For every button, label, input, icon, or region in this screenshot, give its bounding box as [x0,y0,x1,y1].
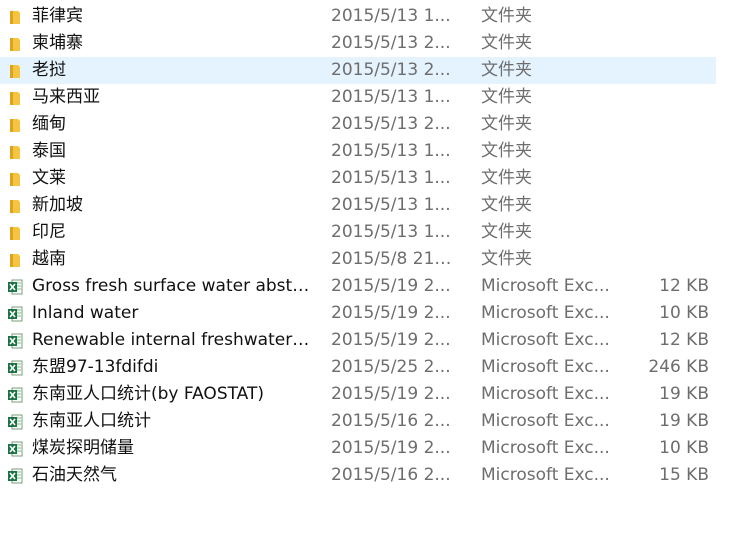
file-name: 缅甸 [32,114,66,134]
file-size: 246 KB [648,357,709,377]
folder-icon [7,90,23,106]
excel-file-icon [7,414,23,430]
folder-icon [7,63,23,79]
file-type: 文件夹 [481,195,532,215]
date-modified: 2015/5/13 1... [331,87,451,107]
folder-icon [7,117,23,133]
file-name: 新加坡 [32,195,83,215]
file-row[interactable]: 煤炭探明储量 2015/5/19 2... Microsoft Exc... 10 K… [0,435,716,462]
file-name: 东南亚人口统计 [32,411,151,431]
excel-file-icon [7,441,23,457]
folder-icon [7,252,23,268]
file-name: 菲律宾 [32,6,83,26]
file-name: 东盟97-13fdifdi [32,357,159,377]
excel-file-icon [7,306,23,322]
file-type: 文件夹 [481,114,532,134]
file-name: 石油天然气 [32,465,117,485]
file-name: 东南亚人口统计(by FAOSTAT) [32,384,264,404]
folder-icon [7,144,23,160]
date-modified: 2015/5/13 2... [331,60,451,80]
folder-row[interactable]: 菲律宾 2015/5/13 1... 文件夹 [0,3,716,30]
date-modified: 2015/5/13 2... [331,114,451,134]
file-name: Gross fresh surface water abstr... [32,276,312,296]
date-modified: 2015/5/25 2... [331,357,451,377]
date-modified: 2015/5/16 2... [331,465,451,485]
file-name: 泰国 [32,141,66,161]
file-size: 10 KB [659,438,709,458]
date-modified: 2015/5/13 1... [331,168,451,188]
file-type: 文件夹 [481,33,532,53]
folder-icon [7,36,23,52]
date-modified: 2015/5/13 1... [331,6,451,26]
folder-row[interactable]: 越南 2015/5/8 21:... 文件夹 [0,246,716,273]
file-type: 文件夹 [481,249,532,269]
file-type: Microsoft Exc... [481,465,610,485]
file-list: 菲律宾 2015/5/13 1... 文件夹 柬埔寨 2015/5/13 2... 文件夹… [0,0,749,552]
file-type: 文件夹 [481,168,532,188]
date-modified: 2015/5/13 1... [331,195,451,215]
date-modified: 2015/5/16 2... [331,411,451,431]
folder-row[interactable]: 文莱 2015/5/13 1... 文件夹 [0,165,716,192]
date-modified: 2015/5/19 2... [331,438,451,458]
folder-row[interactable]: 印尼 2015/5/13 1... 文件夹 [0,219,716,246]
file-row[interactable]: Inland water 2015/5/19 2... Microsoft Exc.… [0,300,716,327]
folder-icon [7,9,23,25]
file-type: 文件夹 [481,141,532,161]
date-modified: 2015/5/19 2... [331,384,451,404]
excel-file-icon [7,279,23,295]
file-size: 19 KB [659,411,709,431]
file-row[interactable]: 东南亚人口统计(by FAOSTAT) 2015/5/19 2... Microso… [0,381,716,408]
folder-icon [7,198,23,214]
file-name: 老挝 [32,60,66,80]
file-name: 越南 [32,249,66,269]
file-type: 文件夹 [481,87,532,107]
file-name: 马来西亚 [32,87,100,107]
date-modified: 2015/5/19 2... [331,303,451,323]
date-modified: 2015/5/13 1... [331,222,451,242]
file-row[interactable]: 东南亚人口统计 2015/5/16 2... Microsoft Exc... 19 … [0,408,716,435]
file-type: Microsoft Exc... [481,411,610,431]
file-type: 文件夹 [481,60,532,80]
file-size: 12 KB [659,330,709,350]
folder-row[interactable]: 马来西亚 2015/5/13 1... 文件夹 [0,84,716,111]
folder-row[interactable]: 缅甸 2015/5/13 2... 文件夹 [0,111,716,138]
folder-row[interactable]: 泰国 2015/5/13 1... 文件夹 [0,138,716,165]
date-modified: 2015/5/19 2... [331,276,451,296]
file-type: 文件夹 [481,222,532,242]
file-row[interactable]: 东盟97-13fdifdi 2015/5/25 2... Microsoft Exc… [0,354,716,381]
folder-row[interactable]: 柬埔寨 2015/5/13 2... 文件夹 [0,30,716,57]
file-type: Microsoft Exc... [481,330,610,350]
date-modified: 2015/5/8 21:... [331,249,456,269]
file-type: 文件夹 [481,6,532,26]
file-name: Renewable internal freshwater ... [32,330,312,350]
file-size: 10 KB [659,303,709,323]
file-size: 15 KB [659,465,709,485]
file-row[interactable]: Renewable internal freshwater ... 2015/5/… [0,327,716,354]
file-type: Microsoft Exc... [481,276,610,296]
excel-file-icon [7,360,23,376]
file-name: 文莱 [32,168,66,188]
file-type: Microsoft Exc... [481,438,610,458]
folder-icon [7,171,23,187]
file-size: 12 KB [659,276,709,296]
folder-row[interactable]: 老挝 2015/5/13 2... 文件夹 [0,57,716,84]
excel-file-icon [7,468,23,484]
excel-file-icon [7,387,23,403]
excel-file-icon [7,333,23,349]
file-type: Microsoft Exc... [481,303,610,323]
date-modified: 2015/5/13 2... [331,33,451,53]
folder-icon [7,225,23,241]
file-name: 煤炭探明储量 [32,438,134,458]
file-name: 柬埔寨 [32,33,83,53]
file-size: 19 KB [659,384,709,404]
folder-row[interactable]: 新加坡 2015/5/13 1... 文件夹 [0,192,716,219]
file-row[interactable]: 石油天然气 2015/5/16 2... Microsoft Exc... 15 KB [0,462,716,489]
date-modified: 2015/5/19 2... [331,330,451,350]
file-row[interactable]: Gross fresh surface water abstr... 2015/5… [0,273,716,300]
file-type: Microsoft Exc... [481,384,610,404]
file-name: Inland water [32,303,139,323]
file-type: Microsoft Exc... [481,357,610,377]
date-modified: 2015/5/13 1... [331,141,451,161]
file-name: 印尼 [32,222,66,242]
